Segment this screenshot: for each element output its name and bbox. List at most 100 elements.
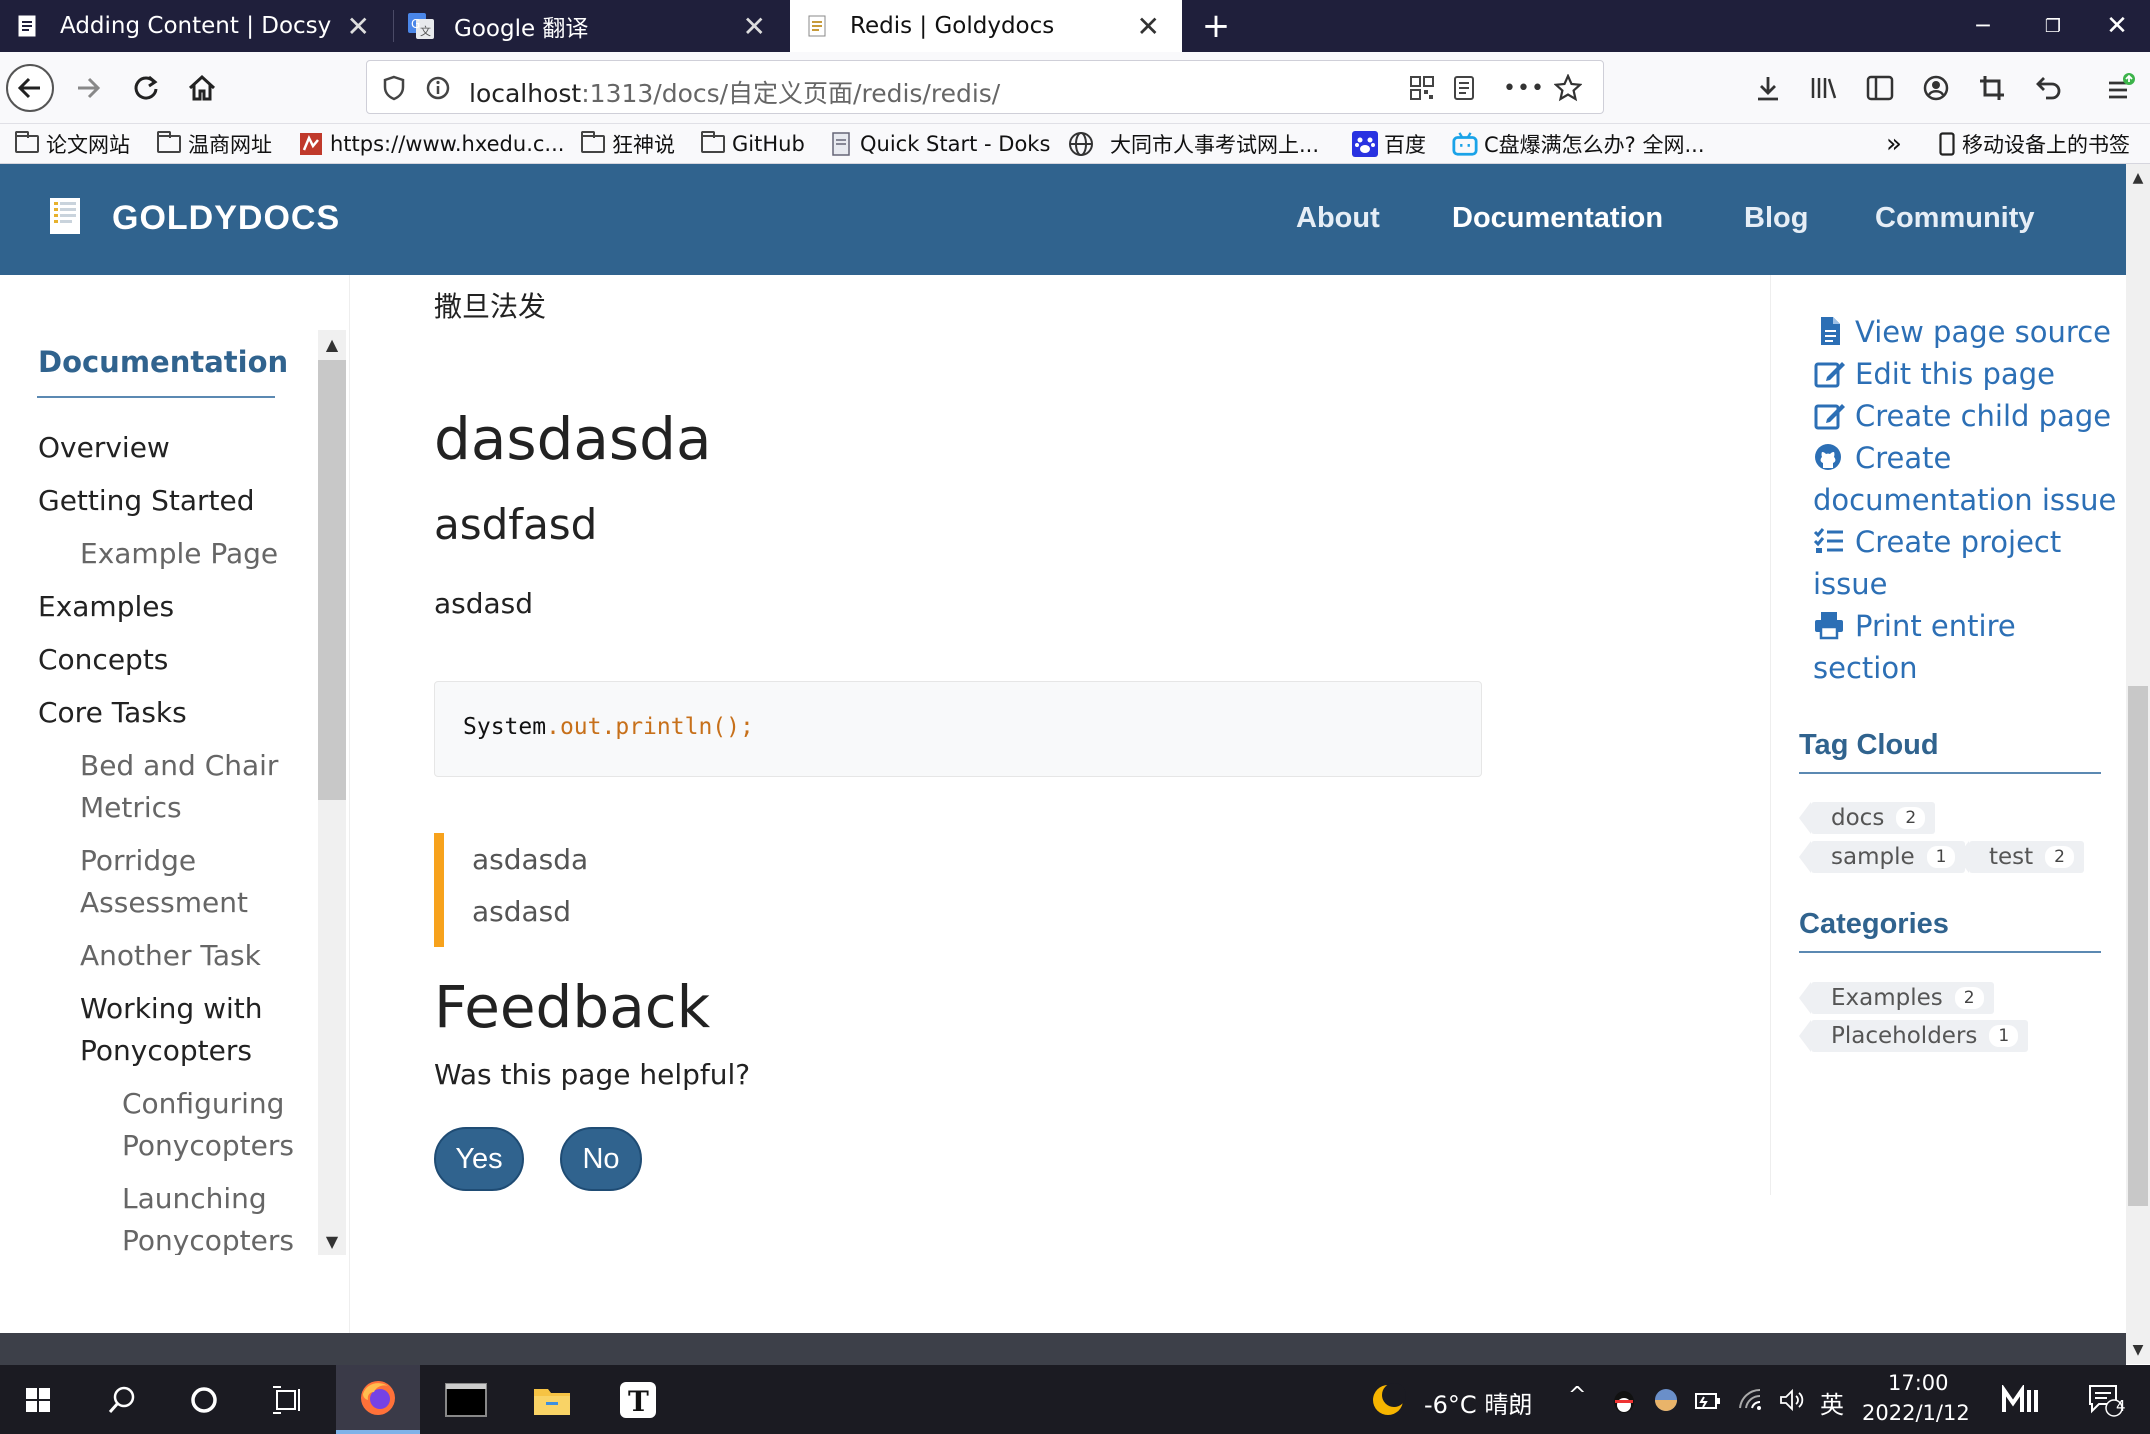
battery-icon[interactable] [1690,1365,1726,1434]
close-icon[interactable]: ✕ [347,10,370,43]
menu-icon[interactable] [2096,64,2144,112]
nav-documentation[interactable]: Documentation [1452,202,1663,235]
firefox-taskbar-icon[interactable] [336,1365,420,1434]
create-project-issue-link[interactable]: Create project [1813,521,2061,563]
bookmark-item[interactable]: Quick Start - Doks [828,128,1050,160]
crop-icon[interactable] [1968,64,2016,112]
nav-item-another-task[interactable]: Another Task [80,935,261,977]
nav-item-overview[interactable]: Overview [38,427,170,469]
tray-app-icon[interactable] [1606,1365,1642,1434]
more-bookmarks-icon[interactable]: » [1886,128,1902,160]
input-method-indicator[interactable]: 英 [1820,1385,1844,1420]
undo-icon[interactable] [2024,64,2072,112]
category-examples[interactable]: Examples 2 [1799,982,1994,1014]
download-icon[interactable] [1744,64,1792,112]
reload-icon[interactable] [122,64,170,112]
tab-google-translate[interactable]: G文 Google 翻译 ✕ [394,0,788,52]
create-doc-issue-link[interactable]: Create [1813,437,1951,479]
shield-icon[interactable] [379,73,409,103]
bookmark-star-icon[interactable] [1553,73,1583,103]
nav-item-configuring-cont[interactable]: Ponycopters [122,1125,294,1167]
feedback-no-button[interactable]: No [560,1127,642,1191]
address-bar[interactable]: localhost:1313/docs/自定义页面/redis/redis/ •… [366,60,1604,114]
window-close-icon[interactable]: ✕ [2082,0,2150,52]
account-icon[interactable] [1912,64,1960,112]
weather-icon[interactable] [1368,1365,1408,1434]
nav-about[interactable]: About [1296,202,1380,235]
nav-item-bed-and-chair[interactable]: Bed and Chair [80,745,278,787]
sidebar-scrollbar[interactable]: ▲ ▼ [318,330,346,1255]
scroll-down-icon[interactable]: ▼ [318,1227,346,1255]
task-view-icon[interactable] [252,1365,324,1434]
view-page-source-link[interactable]: View page source [1813,311,2111,353]
bookmark-item[interactable]: 狂神说 [580,128,675,160]
nav-item-launching-cont[interactable]: Ponycopters [122,1220,294,1255]
bookmark-item[interactable]: C盘爆满怎么办? 全网... [1452,128,1705,160]
forward-icon[interactable] [64,64,112,112]
sidebar-icon[interactable] [1856,64,1904,112]
show-hidden-icons[interactable]: ^ [1568,1383,1586,1408]
feedback-yes-button[interactable]: Yes [434,1127,524,1191]
nav-item-launching[interactable]: Launching [122,1178,267,1220]
sidebar-scrollbar-thumb[interactable] [318,360,346,800]
tag-test[interactable]: test 2 [1957,841,2084,873]
notification-center-icon[interactable]: 4 [2070,1365,2140,1434]
bookmark-item[interactable]: 大同市人事考试网上... [1068,128,1319,160]
docs-nav-title[interactable]: Documentation [38,345,288,379]
nav-item-concepts[interactable]: Concepts [38,639,168,681]
scroll-up-icon[interactable]: ▲ [2126,164,2150,192]
nav-item-working-with[interactable]: Working with [80,988,263,1030]
file-explorer-icon[interactable] [510,1365,594,1434]
mobile-bookmarks[interactable]: 移动设备上的书签 [1938,128,2130,160]
nav-blog[interactable]: Blog [1744,202,1808,235]
weather-text[interactable]: -6°C 晴朗 [1424,1385,1532,1420]
create-doc-issue-link-cont[interactable]: documentation issue [1813,479,2116,521]
minimize-icon[interactable]: ─ [1948,0,2018,52]
restore-icon[interactable]: ❐ [2018,0,2088,52]
typora-icon[interactable]: T [596,1365,680,1434]
volume-icon[interactable] [1774,1365,1810,1434]
cortana-icon[interactable] [168,1365,240,1434]
nav-item-core-tasks[interactable]: Core Tasks [38,692,187,734]
bookmark-item[interactable]: 温商网址 [156,128,272,160]
tag-sample[interactable]: sample 1 [1798,841,1966,873]
scroll-up-icon[interactable]: ▲ [318,330,346,358]
create-child-page-link[interactable]: Create child page [1813,395,2111,437]
clock-time[interactable]: 17:00 [1888,1371,1949,1395]
nav-item-example-page[interactable]: Example Page [80,533,278,575]
scroll-down-icon[interactable]: ▼ [2126,1336,2150,1364]
print-section-link-cont[interactable]: section [1813,647,1917,689]
tray-m-icon[interactable] [1996,1365,2046,1434]
bookmark-item[interactable]: 百度 [1352,128,1426,160]
nav-item-working-with-cont[interactable]: Ponycopters [80,1030,252,1072]
bookmark-item[interactable]: https://www.hxedu.c... [298,128,564,160]
close-icon[interactable]: ✕ [743,10,766,43]
nav-item-examples[interactable]: Examples [38,586,174,628]
qr-code-icon[interactable] [1407,73,1437,103]
nav-item-porridge-cont[interactable]: Assessment [80,882,248,924]
terminal-taskbar-icon[interactable] [424,1365,508,1434]
windows-start-icon[interactable] [0,1365,76,1434]
nav-item-bed-and-chair-cont[interactable]: Metrics [80,787,182,829]
back-icon[interactable] [6,64,54,112]
more-actions-icon[interactable]: ••• [1503,73,1544,103]
home-icon[interactable] [178,64,226,112]
info-icon[interactable] [423,73,453,103]
tray-app-icon[interactable] [1648,1365,1684,1434]
url-text[interactable]: localhost:1313/docs/自定义页面/redis/redis/ [469,74,1000,110]
reader-view-icon[interactable] [1449,73,1479,103]
nav-community[interactable]: Community [1875,202,2035,235]
tab-redis-goldydocs[interactable]: Redis | Goldydocs ✕ [790,0,1182,52]
bookmark-item[interactable]: 论文网站 [14,128,130,160]
print-section-link[interactable]: Print entire [1813,605,2016,647]
create-project-issue-link-cont[interactable]: issue [1813,563,1888,605]
site-brand[interactable]: GOLDYDOCS [48,196,340,240]
nav-item-getting-started[interactable]: Getting Started [38,480,254,522]
edit-page-link[interactable]: Edit this page [1813,353,2055,395]
new-tab-icon[interactable]: + [1196,0,1236,52]
close-icon[interactable]: ✕ [1137,10,1160,43]
library-icon[interactable] [1800,64,1848,112]
clock-date[interactable]: 2022/1/12 [1862,1401,1970,1425]
nav-item-configuring[interactable]: Configuring [122,1083,284,1125]
nav-item-porridge[interactable]: Porridge [80,840,196,882]
